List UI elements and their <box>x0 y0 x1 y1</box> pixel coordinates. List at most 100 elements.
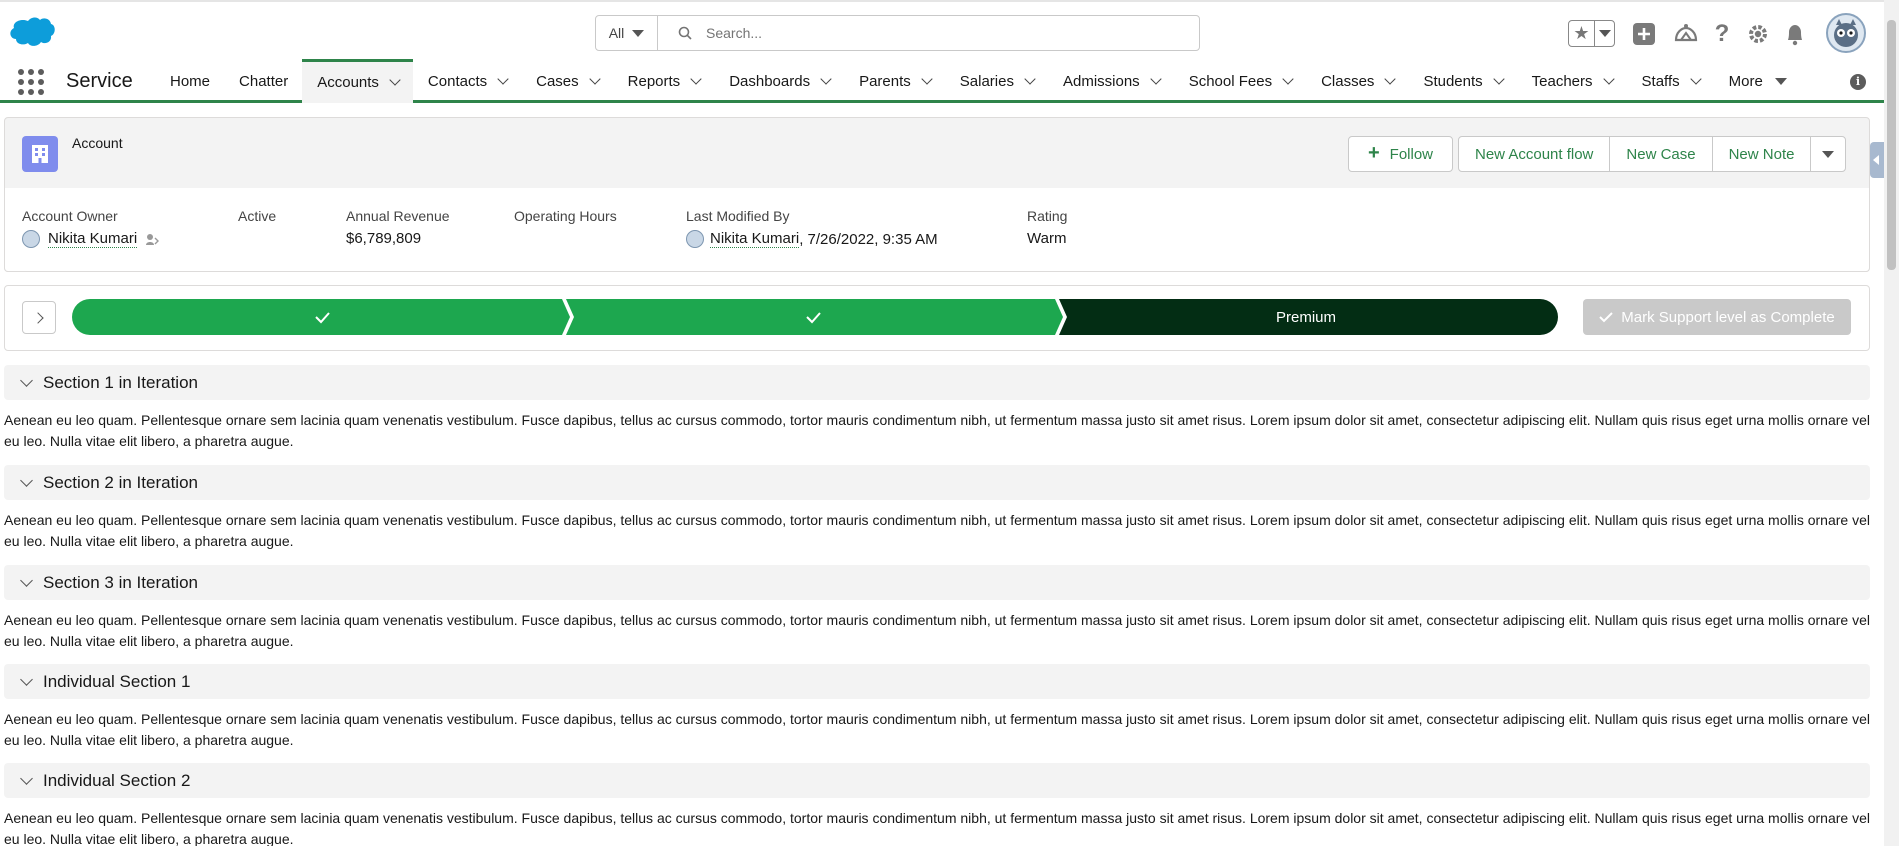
nav-tab-label: School Fees <box>1188 72 1273 90</box>
nav-tab-label: Teachers <box>1531 72 1593 90</box>
help-icon[interactable]: ? <box>1708 20 1736 48</box>
chevron-down-icon <box>1822 150 1835 158</box>
chevron-down-icon[interactable] <box>1602 72 1615 85</box>
field-label: Operating Hours <box>514 208 617 224</box>
nav-tab-classes[interactable]: Classes <box>1306 59 1408 103</box>
chevron-down-icon[interactable] <box>389 74 401 86</box>
section-header[interactable]: Individual Section 1 <box>4 664 1870 699</box>
follow-button[interactable]: + Follow <box>1348 136 1453 172</box>
nav-tab-label: Salaries <box>959 72 1014 90</box>
nav-tab-label: Parents <box>859 72 911 90</box>
nav-tab-parents[interactable]: Parents <box>844 59 945 103</box>
chevron-down-icon[interactable] <box>1282 72 1294 85</box>
nav-tab-school-fees[interactable]: School Fees <box>1174 59 1306 103</box>
nav-tab-label: Classes <box>1321 72 1375 90</box>
section-body-text: Aenean eu leo quam. Pellentesque ornare … <box>4 810 1870 846</box>
new-account-flow-button[interactable]: New Account flow <box>1458 136 1611 172</box>
field-label: Last Modified By <box>686 208 790 224</box>
section-title: Individual Section 2 <box>43 770 191 790</box>
section-title: Section 1 in Iteration <box>43 372 198 392</box>
favorites-list-button[interactable] <box>1595 30 1614 37</box>
change-owner-icon[interactable] <box>145 232 160 246</box>
path-expand-button[interactable] <box>22 301 56 334</box>
field-operating-hours: Operating Hours <box>514 208 617 224</box>
nav-tab-admissions[interactable]: Admissions <box>1048 59 1174 103</box>
modifier-avatar <box>686 230 704 248</box>
section-header[interactable]: Section 1 in Iteration <box>4 365 1870 400</box>
field-last-modified-by: Last Modified By Nikita Kumari, 7/26/202… <box>686 208 938 248</box>
nav-tab-staffs[interactable]: Staffs <box>1627 59 1714 103</box>
nav-tab-label: Reports <box>627 72 681 90</box>
record-actions-group: New Account flow New Case New Note <box>1458 136 1847 172</box>
nav-tab-label: Contacts <box>427 72 488 90</box>
chevron-down-icon[interactable] <box>921 72 933 85</box>
utility-panel-toggle[interactable] <box>1870 142 1884 178</box>
section-body-text: Aenean eu leo quam. Pellentesque ornare … <box>4 512 1870 549</box>
nav-more-menu[interactable]: More <box>1714 59 1801 103</box>
nav-tab-accounts[interactable]: Accounts <box>302 59 413 103</box>
field-active: Active <box>238 208 276 224</box>
nav-tab-label: Accounts <box>317 74 379 91</box>
chevron-down-icon[interactable] <box>1150 72 1162 85</box>
record-object-label: Account <box>72 135 123 151</box>
nav-tab-chatter[interactable]: Chatter <box>224 59 302 103</box>
setup-gear-icon[interactable] <box>1744 20 1772 48</box>
chevron-down-icon[interactable] <box>1689 72 1702 85</box>
chevron-right-icon <box>31 311 44 324</box>
chevron-down-icon[interactable] <box>588 72 601 85</box>
path-stages: Premium <box>72 299 1558 335</box>
chevron-down-icon[interactable] <box>820 72 832 85</box>
nav-more-label: More <box>1728 72 1763 90</box>
search-scope-dropdown[interactable]: All <box>596 16 658 50</box>
nav-tab-label: Cases <box>536 72 579 90</box>
path-stage-2-complete[interactable] <box>566 299 1063 335</box>
chevron-down-icon <box>20 473 33 487</box>
scrollbar-thumb[interactable] <box>1887 20 1896 270</box>
chevron-down-icon[interactable] <box>1384 72 1397 85</box>
search-icon <box>678 26 692 40</box>
section-header[interactable]: Section 2 in Iteration <box>4 465 1870 500</box>
chevron-down-icon <box>20 373 33 387</box>
nav-tab-salaries[interactable]: Salaries <box>945 59 1048 103</box>
check-icon <box>1599 312 1613 323</box>
chevron-down-icon[interactable] <box>1492 72 1505 85</box>
notifications-bell-icon[interactable] <box>1781 20 1809 48</box>
mark-stage-complete-button[interactable]: Mark Support level as Complete <box>1583 299 1851 335</box>
chevron-down-icon <box>20 771 33 785</box>
new-note-button[interactable]: New Note <box>1711 136 1812 172</box>
owner-avatar <box>22 230 40 248</box>
nav-tab-reports[interactable]: Reports <box>613 59 715 103</box>
chevron-down-icon[interactable] <box>1024 72 1036 85</box>
app-launcher-grid-icon[interactable] <box>18 69 44 95</box>
user-avatar[interactable] <box>1826 13 1866 53</box>
modifier-link[interactable]: Nikita Kumari <box>710 230 800 248</box>
chevron-down-icon[interactable] <box>497 72 509 85</box>
path-stage-1-complete[interactable] <box>72 299 570 335</box>
section-header[interactable]: Individual Section 2 <box>4 763 1870 798</box>
favorites-button-group[interactable]: ★ <box>1568 20 1615 47</box>
owner-link[interactable]: Nikita Kumari <box>48 230 138 248</box>
search-input[interactable]: Search... <box>658 16 1199 50</box>
nav-tab-label: Dashboards <box>729 72 811 90</box>
global-actions-plus-icon[interactable] <box>1630 20 1658 48</box>
new-case-button[interactable]: New Case <box>1609 136 1713 172</box>
chevron-down-icon <box>1774 77 1787 85</box>
nav-tab-label: Chatter <box>239 72 289 90</box>
nav-tab-students[interactable]: Students <box>1408 59 1516 103</box>
trailhead-icon[interactable] <box>1672 20 1700 48</box>
favorites-star-icon[interactable]: ★ <box>1569 21 1595 46</box>
salesforce-cloud-logo[interactable] <box>8 16 56 48</box>
chevron-down-icon[interactable] <box>690 72 702 85</box>
nav-tab-home[interactable]: Home <box>155 59 224 103</box>
search-placeholder: Search... <box>706 25 763 41</box>
field-rating: Rating Warm <box>1027 208 1067 247</box>
nav-tab-dashboards[interactable]: Dashboards <box>714 59 844 103</box>
section-title: Section 3 in Iteration <box>43 572 198 592</box>
more-actions-button[interactable] <box>1810 136 1847 172</box>
info-icon[interactable]: i <box>1850 74 1866 90</box>
app-navigation-bar: Service Home Chatter Accounts Contacts Cases… <box>0 59 1899 103</box>
nav-tab-contacts[interactable]: Contacts <box>413 59 521 103</box>
nav-tab-teachers[interactable]: Teachers <box>1517 59 1627 103</box>
nav-tab-cases[interactable]: Cases <box>521 59 613 103</box>
section-header[interactable]: Section 3 in Iteration <box>4 565 1870 600</box>
